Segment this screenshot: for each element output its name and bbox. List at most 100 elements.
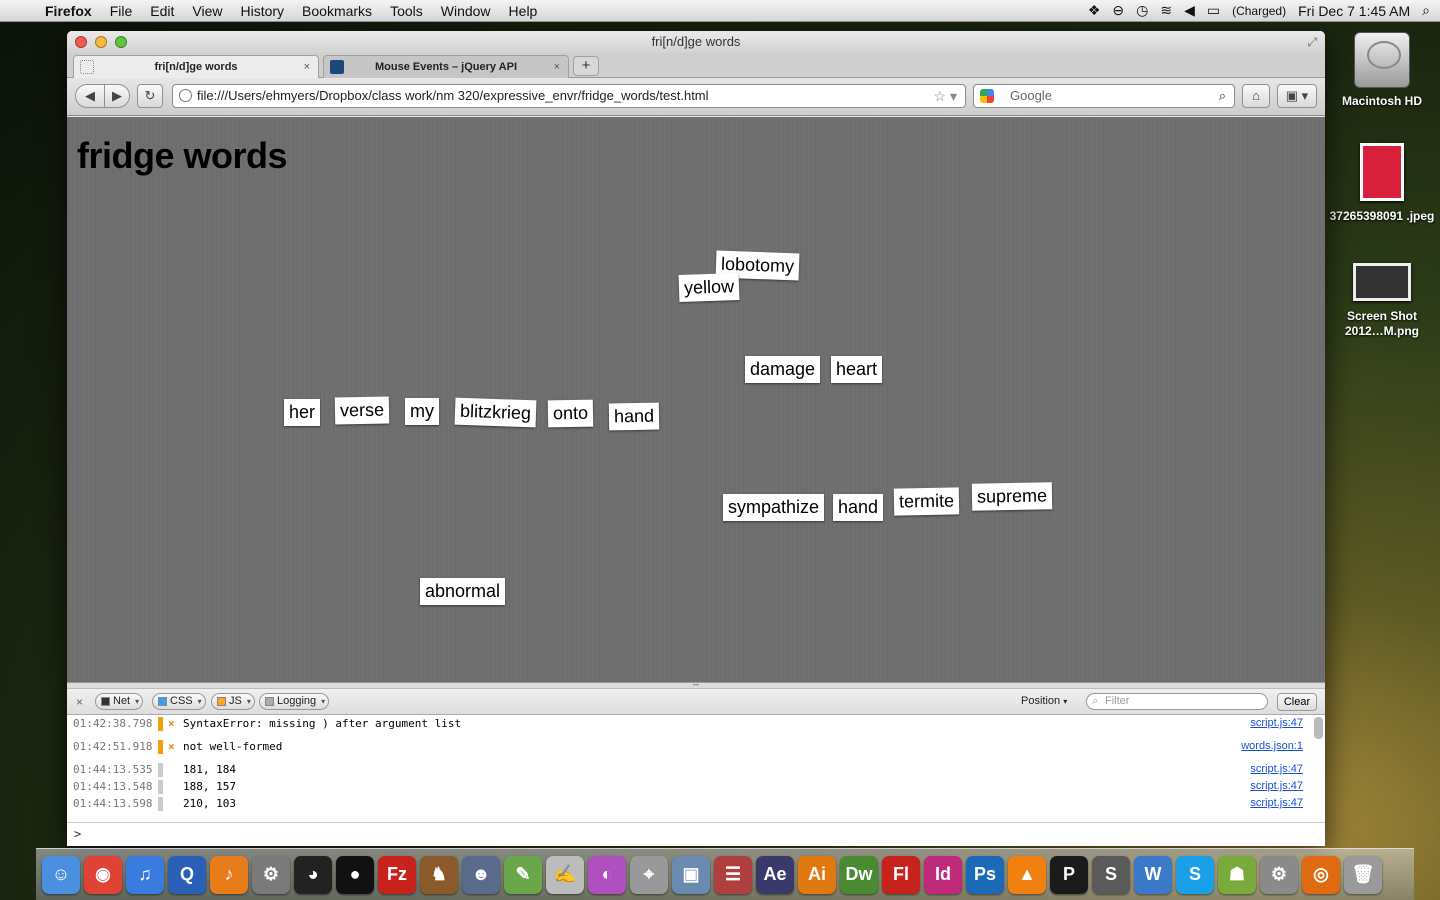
word-tile[interactable]: damage — [745, 356, 821, 383]
screenshot-icon[interactable]: ⌖ — [630, 855, 668, 894]
spotlight-icon[interactable]: ⌕ — [1422, 2, 1430, 19]
bookmarks-button[interactable]: ▣ ▾ — [1277, 84, 1317, 108]
desktop-icon-macintosh-hd[interactable]: Macintosh HD — [1327, 32, 1437, 109]
volume-icon[interactable]: ◀ — [1184, 2, 1195, 19]
word-tile[interactable]: abnormal — [420, 578, 506, 605]
tab-fridge-words[interactable]: fri[n/d]ge words × — [73, 55, 319, 78]
filter-logging-button[interactable]: Logging ▾ — [259, 693, 330, 710]
close-console-icon[interactable]: × — [76, 695, 83, 709]
menu-help[interactable]: Help — [500, 3, 547, 19]
close-tab-icon[interactable]: × — [554, 56, 560, 78]
aftereffects-icon[interactable]: Ae — [756, 855, 794, 894]
menu-app-name[interactable]: Firefox — [36, 3, 101, 19]
word-tile[interactable]: my — [405, 398, 439, 425]
menu-view[interactable]: View — [183, 3, 231, 19]
fullscreen-icon[interactable]: ⤢ — [1307, 31, 1317, 53]
quicktime-icon[interactable]: Q — [168, 855, 206, 894]
word-tile[interactable]: yellow — [678, 272, 740, 303]
eyes-icon[interactable]: ◕ — [294, 855, 332, 894]
dropbox-icon[interactable]: ❖ — [1088, 2, 1101, 19]
firefox-icon[interactable]: ◎ — [1302, 855, 1340, 894]
word-tile[interactable]: sympathize — [723, 494, 825, 521]
photoshop-icon[interactable]: Ps — [966, 855, 1004, 894]
vlc-icon[interactable]: ▲ — [1008, 855, 1046, 894]
illustrator-icon[interactable]: Ai — [798, 855, 836, 894]
dreamweaver-icon[interactable]: Dw — [840, 855, 878, 894]
log-source-link[interactable]: words.json:1 — [1241, 738, 1303, 755]
ninja-icon[interactable]: ☻ — [462, 855, 500, 894]
menu-tools[interactable]: Tools — [381, 3, 432, 19]
filter-net-button[interactable]: Net ▾ — [95, 693, 144, 710]
google-icon[interactable] — [980, 89, 994, 103]
clock[interactable]: Fri Dec 7 1:45 AM — [1298, 3, 1410, 19]
battery-icon[interactable]: ▭ — [1207, 2, 1220, 19]
menu-edit[interactable]: Edit — [141, 3, 183, 19]
new-tab-button[interactable]: + — [573, 56, 599, 76]
site-identity-icon[interactable] — [179, 89, 192, 102]
colorsync-icon[interactable]: ◐ — [588, 855, 626, 894]
search-bar[interactable]: Google ⌕ — [973, 84, 1235, 108]
console-scrollbar[interactable] — [1314, 717, 1323, 739]
sequel-icon[interactable]: ♞ — [420, 855, 458, 894]
chrome-icon[interactable]: ◉ — [84, 855, 122, 894]
itunes-icon[interactable]: ♫ — [126, 855, 164, 894]
bookmark-star-icon[interactable]: ☆ ▾ — [934, 85, 957, 107]
menu-file[interactable]: File — [101, 3, 142, 19]
cyberduck-icon[interactable]: ● — [336, 855, 374, 894]
log-source-link[interactable]: script.js:47 — [1250, 795, 1303, 812]
word-tile[interactable]: her — [284, 399, 321, 426]
desktop-icon-screenshot[interactable]: Screen Shot 2012…M.png — [1327, 263, 1437, 339]
command-line-input[interactable]: > — [67, 822, 1325, 846]
back-button[interactable]: ◀ — [75, 84, 105, 108]
word-tile[interactable]: hand — [608, 402, 660, 431]
log-source-link[interactable]: script.js:47 — [1250, 778, 1303, 795]
reload-button[interactable]: ↻ — [137, 84, 163, 108]
forward-button[interactable]: ▶ — [104, 84, 130, 108]
word-tile[interactable]: termite — [893, 487, 960, 516]
trash-icon[interactable]: 🗑 — [1344, 855, 1382, 894]
position-menu[interactable]: Position ▾ — [1021, 695, 1067, 707]
menu-bookmarks[interactable]: Bookmarks — [293, 3, 381, 19]
filezilla-icon[interactable]: Fz — [378, 855, 416, 894]
word-icon[interactable]: W — [1134, 855, 1172, 894]
word-tile[interactable]: verse — [334, 396, 390, 425]
skype-icon[interactable]: S — [1176, 855, 1214, 894]
time-machine-icon[interactable]: ◷ — [1136, 2, 1148, 19]
console-filter-input[interactable]: ⌕ Filter — [1086, 693, 1268, 710]
tab-mouse-events[interactable]: Mouse Events – jQuery API × — [323, 55, 569, 78]
desktop-icon-jpeg[interactable]: 37265398091 .jpeg — [1327, 143, 1437, 224]
audacity-icon[interactable]: ♪ — [210, 855, 248, 894]
minimize-window-button[interactable] — [95, 36, 107, 48]
sublime-icon[interactable]: S — [1092, 855, 1130, 894]
home-button[interactable]: ⌂ — [1242, 84, 1270, 108]
word-tile[interactable]: blitzkrieg — [454, 397, 537, 428]
window-titlebar[interactable]: fri[n/d]ge words ⤢ — [67, 31, 1325, 53]
url-bar[interactable]: file:///Users/ehmyers/Dropbox/class work… — [172, 84, 966, 108]
wifi-icon[interactable]: ≋ — [1160, 2, 1172, 19]
close-window-button[interactable] — [75, 36, 87, 48]
sync-icon[interactable]: ⊖ — [1112, 2, 1124, 19]
word-tile[interactable]: onto — [547, 399, 594, 428]
close-tab-icon[interactable]: × — [304, 56, 310, 78]
textedit-icon[interactable]: ✍ — [546, 855, 584, 894]
clear-console-button[interactable]: Clear — [1277, 693, 1317, 711]
filter-js-button[interactable]: JS ▾ — [211, 693, 255, 710]
word-tile[interactable]: supreme — [971, 482, 1053, 511]
evernote-icon[interactable]: ✎ — [504, 855, 542, 894]
flash-icon[interactable]: Fl — [882, 855, 920, 894]
finder-icon[interactable]: ☺ — [42, 855, 80, 894]
automator-icon[interactable]: ⚙ — [252, 855, 290, 894]
menu-window[interactable]: Window — [432, 3, 500, 19]
android-icon[interactable]: ☗ — [1218, 855, 1256, 894]
textwrangler-icon[interactable]: ☰ — [714, 855, 752, 894]
word-tile[interactable]: heart — [831, 356, 883, 383]
pixelmator-icon[interactable]: P — [1050, 855, 1088, 894]
word-tile[interactable]: hand — [833, 494, 884, 521]
log-source-link[interactable]: script.js:47 — [1250, 761, 1303, 778]
preview-icon[interactable]: ▣ — [672, 855, 710, 894]
filter-css-button[interactable]: CSS ▾ — [152, 693, 206, 710]
zoom-window-button[interactable] — [115, 36, 127, 48]
indesign-icon[interactable]: Id — [924, 855, 962, 894]
menu-history[interactable]: History — [231, 3, 293, 19]
system-preferences-icon[interactable]: ⚙ — [1260, 855, 1298, 894]
